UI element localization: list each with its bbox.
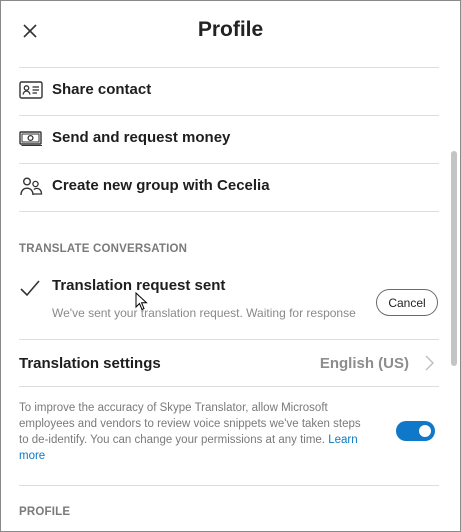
translation-language-value: English (US)	[319, 355, 409, 372]
translation-request-status: We've sent your translation request. Wai…	[52, 306, 356, 320]
divider	[19, 386, 439, 387]
voice-review-toggle[interactable]	[396, 421, 435, 441]
send-money-item[interactable]: Send and request money	[1, 116, 441, 162]
money-icon	[19, 131, 42, 146]
profile-panel: Profile Share contact Send and request m…	[0, 0, 461, 532]
mouse-cursor-icon	[135, 292, 148, 311]
toggle-knob	[419, 425, 431, 437]
translation-settings-row[interactable]: Translation settings English (US)	[1, 341, 441, 385]
create-group-item[interactable]: Create new group with Cecelia	[1, 164, 441, 210]
profile-section-header: PROFILE	[19, 506, 71, 518]
divider	[19, 339, 439, 340]
translator-permission-description: To improve the accuracy of Skype Transla…	[19, 400, 364, 464]
share-contact-label: Share contact	[52, 81, 152, 98]
contact-card-icon	[19, 81, 43, 99]
checkmark-icon	[20, 280, 40, 297]
scrollbar[interactable]	[451, 151, 457, 366]
share-contact-item[interactable]: Share contact	[1, 68, 441, 114]
group-icon	[20, 177, 43, 196]
divider	[19, 211, 439, 212]
create-group-label: Create new group with Cecelia	[52, 177, 270, 194]
translate-section-header: TRANSLATE CONVERSATION	[19, 243, 188, 255]
page-title: Profile	[197, 18, 264, 41]
chevron-right-icon	[425, 355, 434, 371]
description-text: To improve the accuracy of Skype Transla…	[19, 402, 361, 446]
translation-settings-label: Translation settings	[19, 355, 161, 372]
divider	[19, 485, 439, 486]
send-money-label: Send and request money	[52, 129, 231, 146]
cancel-button[interactable]: Cancel	[376, 289, 438, 316]
